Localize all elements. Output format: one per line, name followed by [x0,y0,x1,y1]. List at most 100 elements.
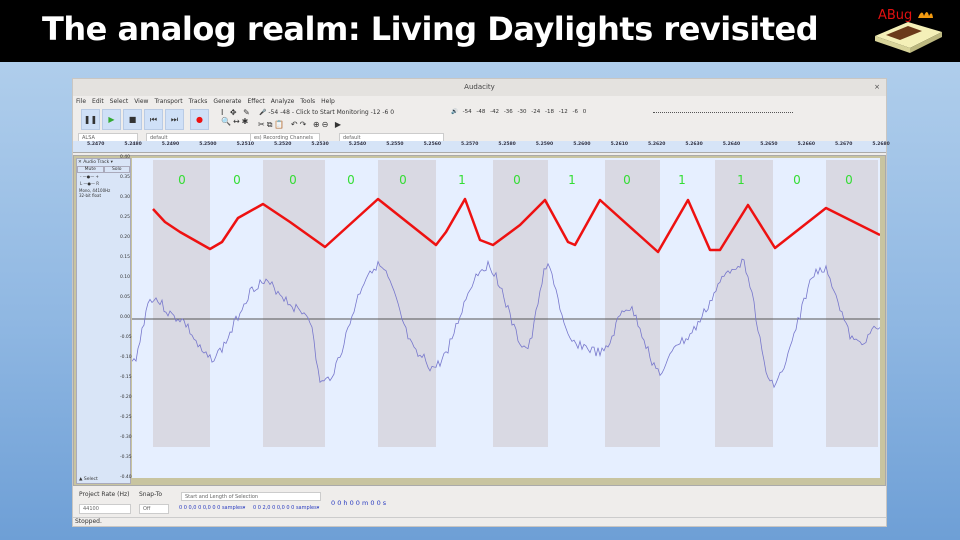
bit-band [153,160,210,447]
amplitude-tick-label: -0.40 [120,475,132,480]
selection-toolbar: Project Rate (Hz) 44100 Snap-To Off Star… [73,487,886,517]
amplitude-tick-label: 0.30 [120,195,131,200]
menu-view[interactable]: View [134,96,148,107]
status-bar: Stopped. [73,517,886,527]
amplitude-tick-label: 0.10 [120,275,131,280]
ruler-tick-label: 5.2630 [685,142,703,147]
amplitude-tick-label: -0.05 [120,335,132,340]
bit-band [715,160,773,447]
ruler-tick-label: 5.2510 [236,142,254,147]
mute-button[interactable]: Mute [77,166,104,173]
volume-sliders[interactable] [653,112,793,113]
selection-mode-select[interactable]: Start and Length of Selection [181,492,321,501]
bit-label: 0 [399,173,407,187]
bit-band [605,160,660,447]
ruler-tick-label: 5.2570 [461,142,479,147]
menu-effect[interactable]: Effect [247,96,264,107]
edit-toolbar[interactable]: ✂⧉📋 ↶↷ ⊕⊖ ▶ [258,120,343,130]
bit-band [826,160,878,447]
amplitude-tick-label: 0.40 [120,155,131,160]
bit-band [263,160,325,447]
svg-text:ABug: ABug [878,8,912,23]
menu-bar: File Edit Select View Transport Tracks Generat… [73,96,886,107]
menu-analyze[interactable]: Analyze [271,96,295,107]
window-title: Audacity [464,83,495,91]
ruler-tick-label: 5.2480 [124,142,142,147]
menu-tools[interactable]: Tools [300,96,315,107]
amplitude-tick-label: 0.35 [120,175,131,180]
ruler-tick-label: 5.2490 [161,142,180,147]
ruler-tick-label: 5.2580 [498,142,516,147]
menu-file[interactable]: File [76,96,86,107]
bit-label: 0 [845,173,853,187]
ruler-tick-label: 5.2550 [386,142,404,147]
amplitude-tick-label: -0.10 [120,355,132,360]
ruler-tick-label: 5.2530 [311,142,329,147]
selection-start[interactable]: 0 0 0,0 0 0,0 0 0 samples▾ [179,505,245,511]
menu-select[interactable]: Select [110,96,129,107]
bit-band [378,160,436,447]
ruler-tick-label: 5.2540 [348,142,367,147]
amplitude-tick-label: -0.25 [120,415,132,420]
amplitude-tick-label: -0.15 [120,375,132,380]
amplitude-tick-label: -0.30 [120,435,132,440]
skip-end-button[interactable]: ⏭ [165,109,184,130]
ruler-tick-label: 5.2500 [199,142,217,147]
ruler-tick-label: 5.2640 [722,142,741,147]
ruler-tick-label: 5.2650 [760,142,778,147]
ruler-tick-label: 5.2680 [872,142,890,147]
slide-title: The analog realm: Living Daylights revis… [42,10,819,48]
record-meter[interactable]: 🎤 -54 -48 - Click to Start Monitoring -1… [259,109,394,116]
record-button[interactable]: ● [190,109,209,130]
ruler-tick-label: 5.2610 [610,142,628,147]
amplitude-tick-label: 0.20 [120,235,131,240]
ruler-tick-label: 5.2670 [835,142,853,147]
bit-band [493,160,548,447]
skip-start-button[interactable]: ⏮ [144,109,163,130]
amplitude-tick-label: 0.15 [120,255,131,260]
amplitude-tick-label: 0.05 [120,295,131,300]
playback-meter[interactable]: 🔊 -54 -48 -42 -36 -30 -24 -18 -12 -6 0 [451,109,586,115]
close-button[interactable]: × [874,79,880,96]
bit-label: 0 [178,173,186,187]
timeline-ruler[interactable]: 5.2470 5.2480 5.2490 5.2500 5.2510 5.2520 5.25… [73,141,890,153]
ruler-tick-label: 5.2590 [535,142,554,147]
ruler-tick-label: 5.2620 [648,142,666,147]
pause-button[interactable]: ❚❚ [81,109,100,130]
amplitude-tick-label: -0.20 [120,395,132,400]
bit-label: 1 [458,173,466,187]
bit-label: 0 [793,173,801,187]
bit-label: 1 [678,173,686,187]
ruler-tick-label: 5.2660 [797,142,815,147]
stop-button[interactable]: ■ [123,109,142,130]
window-titlebar: Audacity × [73,79,886,96]
ruler-tick-label: 5.2520 [274,142,292,147]
pan-slider[interactable]: L —●— R [77,180,130,187]
audio-position[interactable]: 0 0 h 0 0 m 0 0 s [331,499,386,507]
selection-length[interactable]: 0 0 2,0 0 0,0 0 0 samples▾ [253,505,319,511]
ruler-tick-label: 5.2470 [87,142,105,147]
amplitude-tick-label: 0.25 [120,215,131,220]
bit-label: 1 [737,173,745,187]
solo-button[interactable]: Solo [103,166,130,173]
amplitude-tick-label: 0.00 [120,315,131,320]
menu-generate[interactable]: Generate [213,96,241,107]
play-button[interactable]: ▶ [102,109,121,130]
menu-help[interactable]: Help [321,96,335,107]
menu-tracks[interactable]: Tracks [189,96,208,107]
bit-label: 0 [289,173,297,187]
bit-label: 0 [623,173,631,187]
waveform-plot[interactable]: 0 0 0 0 0 1 0 1 0 1 1 0 0 [132,158,880,478]
project-rate-select[interactable]: 44100 [79,504,131,514]
abug-logo: ABug [875,8,942,53]
ruler-tick-label: 5.2560 [423,142,441,147]
bit-label: 0 [513,173,521,187]
amplitude-tick-label: -0.35 [120,455,132,460]
track-name-menu[interactable]: ✕ Audio Track ▾ [77,159,130,166]
menu-transport[interactable]: Transport [154,96,182,107]
ruler-tick-label: 5.2600 [573,142,591,147]
menu-edit[interactable]: Edit [92,96,104,107]
select-button[interactable]: ▲ Select [79,477,98,482]
snap-to-select[interactable]: Off [139,504,169,514]
tools-toolbar[interactable]: I ✥ ✎ 🔍↔✱ [221,108,252,126]
